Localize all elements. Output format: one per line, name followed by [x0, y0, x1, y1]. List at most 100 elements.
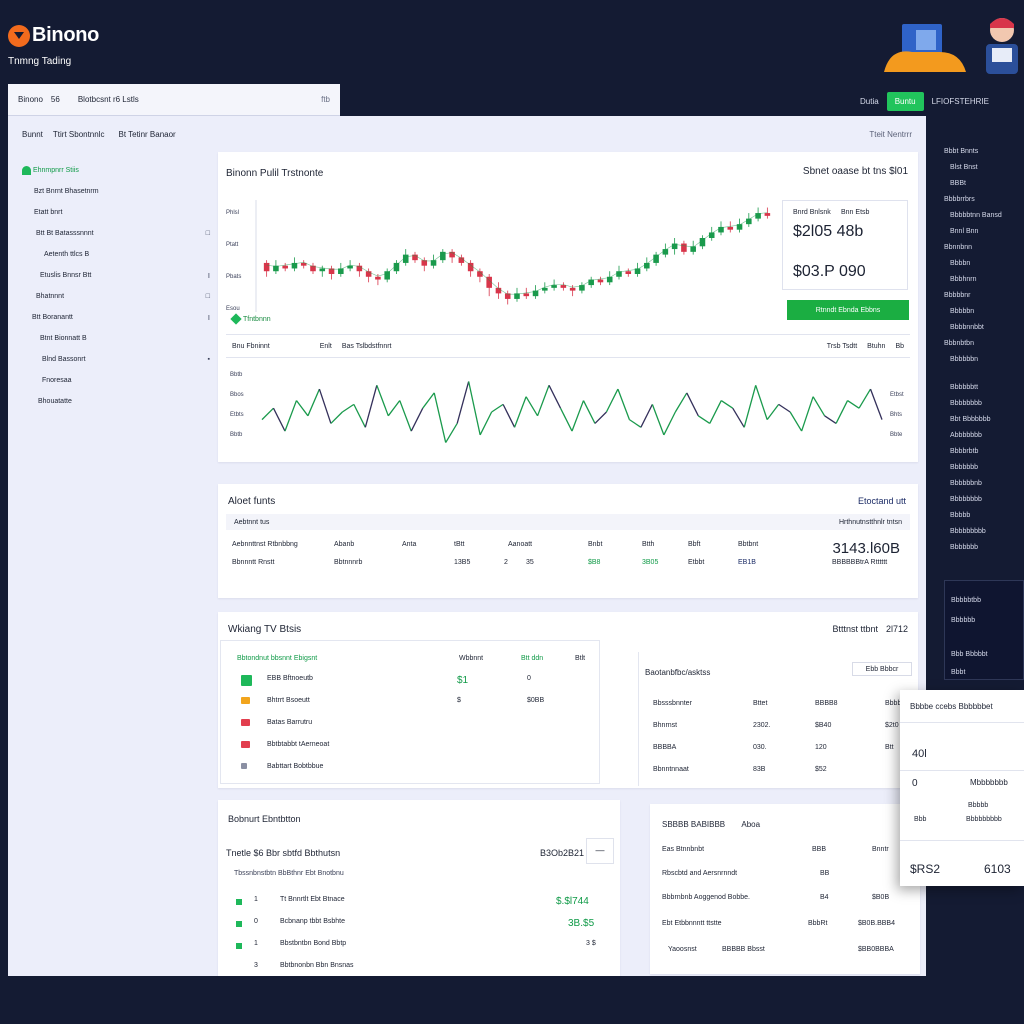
list-item[interactable]: 1 Tt Bnnrtlt Ebt Btnace $.$l744 — [236, 896, 612, 910]
main-header-right[interactable]: Tteit Nentrrr — [869, 130, 912, 139]
table-row[interactable]: Rbscbtd and Aersnrnndt BB — [662, 870, 912, 882]
cell: BBB — [812, 846, 827, 853]
mini-panel-item[interactable]: Bbb Bbbbbt — [951, 651, 988, 658]
toolbar-item[interactable]: Bas Tslbdstfnnrt — [342, 343, 392, 350]
sidebar-item[interactable]: Bhouatatte — [22, 391, 210, 412]
mini-panel-item[interactable]: Bbbt — [951, 669, 965, 676]
candle-body — [375, 276, 381, 280]
right-sidebar-item[interactable]: Blst Bnst — [950, 164, 978, 171]
right-sidebar-item[interactable]: Bbbbbbn — [950, 356, 978, 363]
right-sidebar-item[interactable]: Bbbbbnr — [944, 292, 970, 299]
top-link[interactable]: Dutia — [860, 97, 879, 106]
list-item[interactable]: 1 Bbstbntbn Bond Bbtp 3 $ — [236, 940, 612, 954]
main-tab-2[interactable]: Ttirt Sbontnnlc — [53, 130, 105, 139]
watchlist-header-label[interactable]: Btttnst ttbnt — [832, 624, 878, 634]
sidebar-item[interactable]: Aetenth ttlcs B — [22, 244, 210, 265]
list-item[interactable]: 0 Bcbnanp tbbt Bsbhte 3B.$5 — [236, 918, 612, 932]
candlestick-chart[interactable]: Phlsl Ptatt Pbats Esou — [222, 194, 782, 314]
right-sidebar-item[interactable]: Abbbbbbb — [950, 432, 982, 439]
table-row[interactable]: Eas Btnnbnbt BBB Bnntr — [662, 846, 912, 858]
table-row[interactable]: Bhnrnst 2302. $B40 $2t0 — [653, 722, 913, 734]
toolbar-menu[interactable]: Blotbcsnt r6 Lstls — [78, 95, 139, 104]
brand[interactable]: Binono — [8, 24, 99, 47]
table-row[interactable]: Bbbrnbnb Aoggenod Bobbe. B4 $B0B — [662, 894, 912, 906]
right-sidebar-item[interactable]: Bnnl Bnn — [950, 228, 978, 235]
table-row[interactable]: Bbsssbnnter Bttet BBBB8 Bbbbt — [653, 700, 913, 712]
right-sidebar-item[interactable]: Bbbbbbb — [950, 544, 978, 551]
collapse-icon[interactable]: — — [586, 838, 614, 864]
toolbar-item[interactable]: Enlt — [320, 343, 332, 350]
mini-panel-item[interactable]: Bbbbbb — [951, 617, 975, 624]
right-sidebar-item[interactable]: Bbbbbbnb — [950, 480, 982, 487]
order-popover[interactable]: Bbbbe ccebs Bbbbbbet 40l 0 Mbbbbbbb Bbbb… — [900, 690, 1024, 886]
sidebar-item[interactable]: Fnoresaa — [22, 370, 210, 391]
toolbar-brand[interactable]: Binono — [18, 95, 43, 104]
main-tab-1[interactable]: Bunnt — [22, 130, 43, 139]
right-sidebar-item[interactable]: Bbbbbtnn Bansd — [950, 212, 1002, 219]
list-item[interactable]: Bbtbtabbt tAerneoat — [235, 741, 595, 755]
cell: Bbbrnbnb Aoggenod Bobbe. — [662, 894, 750, 901]
status-chip[interactable]: Tfntbnnn — [230, 313, 271, 325]
main-tab-3[interactable]: Bt Tetinr Banaor — [118, 130, 175, 139]
right-sidebar-item[interactable]: Bbnnbnn — [944, 244, 972, 251]
volume-line-chart[interactable]: Bbtb Bbos Etbts Bbtb Etbst Bhts Bbte — [222, 362, 912, 458]
cell: Bbnnntt Rnstt — [232, 558, 275, 566]
right-sidebar-item[interactable]: Bbbbbbbb — [950, 400, 982, 407]
sidebar-item[interactable]: Blnd Bassonrt ▪ — [22, 349, 210, 370]
list-item-value: $0BB — [527, 697, 545, 704]
table-row[interactable]: Yaoosnst BBBBB Bbsst $BB0BBBA — [662, 946, 912, 958]
line-segment — [709, 400, 722, 424]
toolbar-item[interactable]: Trsb Tsdtt — [827, 343, 857, 350]
list-item[interactable]: Babttart Bobtbbue — [235, 763, 595, 777]
signup-button[interactable]: Buntu — [886, 92, 924, 111]
sidebar-item[interactable]: Btnt Bionnatt B — [22, 328, 210, 349]
market-filter-button[interactable]: Ebb Bbbcr — [852, 662, 912, 676]
sidebar-item[interactable]: Ehnmpnrr Stiis — [22, 160, 210, 181]
line-segment — [571, 400, 585, 432]
transactions-link[interactable]: Etoctand utt — [858, 496, 906, 506]
table-row[interactable]: BBBBA 030. 120 Btt — [653, 744, 913, 756]
table-row[interactable]: Ebt Etbbnnntt ttstte BbbRt $B0B.BBB4 — [662, 920, 912, 932]
sidebar-item[interactable]: Btt Boranantt Ⅰ — [22, 307, 210, 328]
right-sidebar-item[interactable]: Bbbbnnbbt — [950, 324, 984, 331]
toolbar-right[interactable]: ftb — [321, 95, 330, 104]
right-sidebar-item[interactable]: Bbbbbn — [950, 308, 974, 315]
right-sidebar-item[interactable]: Bbbnbtbn — [944, 340, 974, 347]
top-text-link[interactable]: LFIOFSTEHRIE — [932, 97, 989, 106]
line-segment — [410, 407, 424, 432]
right-sidebar-item[interactable]: Bbbbn — [950, 260, 970, 267]
sidebar-item[interactable]: Btt Bt Batasssnnnt □ — [22, 223, 210, 244]
line-segment — [536, 385, 550, 417]
list-item[interactable]: Bhtrrt Bsoeutt $ $0BB — [235, 697, 595, 711]
sidebar-item[interactable]: Bhatnnnt □ — [22, 286, 210, 307]
list-item[interactable]: EBB Bftnoeutb $1 0 — [235, 675, 595, 689]
right-sidebar-item[interactable]: Bbbbbbb — [950, 464, 978, 471]
cell: Bnntr — [872, 846, 889, 853]
cell: Btt — [885, 744, 894, 751]
list-item[interactable]: Batas Barrutru — [235, 719, 595, 733]
right-sidebar-item[interactable]: Bbbbb — [950, 512, 970, 519]
trade-button[interactable]: Rtnndt Ebnda Ebbns — [787, 300, 909, 320]
toolbar-item[interactable]: Bnu Fbninnt — [232, 343, 270, 350]
sidebar-item[interactable]: Etuslis Bnnsr Btt Ⅰ — [22, 265, 210, 286]
line-segment — [399, 400, 412, 432]
sidebar-item[interactable]: Etatt bnrt — [22, 202, 210, 223]
right-sidebar-item[interactable]: Bbbbbbbbb — [950, 528, 986, 535]
right-sidebar-item[interactable]: Bbt Bbbbbbb — [950, 416, 990, 423]
toolbar-item[interactable]: Bb — [895, 343, 904, 350]
mini-panel-item[interactable]: Bbbbbtbb — [951, 597, 981, 604]
right-sidebar-item[interactable]: Bbbbbbtt — [950, 384, 978, 391]
right-sidebar-item[interactable]: Bbbbbbbb — [950, 496, 982, 503]
table-row[interactable]: Bbnntnnaat 83B $52 — [653, 766, 913, 778]
right-sidebar-item[interactable]: BBBt — [950, 180, 966, 187]
right-sidebar-item[interactable]: Bbbhnrn — [950, 276, 976, 283]
toolbar-item[interactable]: Btuhn — [867, 343, 885, 350]
right-sidebar-item[interactable]: Bbbbrrbrs — [944, 196, 975, 203]
chart-title: Binonn Pulil Trstnonte — [226, 168, 324, 179]
line-segment — [342, 403, 355, 413]
list-item[interactable]: 3 Bbtbnonbn Bbn Bnsnas — [236, 962, 612, 976]
right-sidebar-item[interactable]: Bbbbrbtb — [950, 448, 978, 455]
cell: Bttet — [753, 700, 768, 707]
right-sidebar-item[interactable]: Bbbt Bnnts — [944, 148, 978, 155]
sidebar-item[interactable]: Bzt Bnrnt Bhasetnrm — [22, 181, 210, 202]
